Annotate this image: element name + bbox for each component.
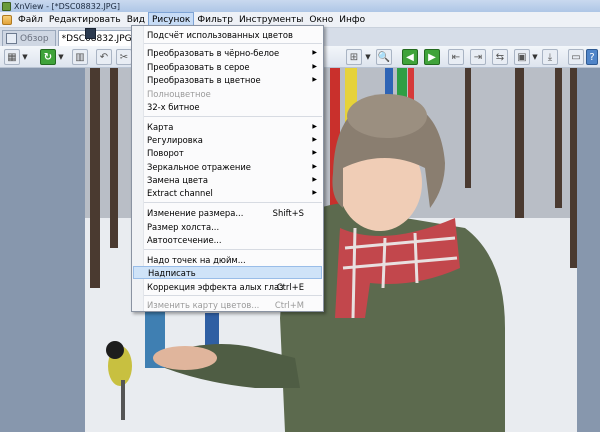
menu-item-mirror[interactable]: Зеркальное отражение ▶ — [133, 160, 322, 173]
system-menu-icon[interactable] — [0, 12, 15, 28]
menu-item-label: Надо точек на дюйм... — [147, 254, 246, 265]
menu-item-label: Коррекция эффекта алых глаз — [147, 281, 284, 292]
menu-item-label: Надписать — [148, 267, 196, 278]
menu-item-extract-channel[interactable]: Extract channel ▶ — [133, 186, 322, 199]
tab-browser-label: Обзор — [20, 33, 49, 44]
menu-item-convert-gray[interactable]: Преобразовать в серое ▶ — [133, 60, 322, 73]
menu-item-label: 32-х битное — [147, 101, 200, 112]
view-mode-dropdown-icon[interactable]: ▼ — [21, 49, 29, 65]
help-button[interactable]: ? — [586, 49, 598, 65]
menu-item-label: Размер холста... — [147, 221, 220, 232]
refresh-dropdown-icon[interactable]: ▼ — [57, 49, 65, 65]
menu-item-map[interactable]: Карта ▶ — [133, 120, 322, 133]
image-tab-icon — [85, 28, 96, 39]
menu-separator — [144, 249, 322, 250]
menu-separator — [144, 116, 322, 117]
submenu-arrow-icon: ▶ — [312, 176, 317, 183]
compare-dropdown-icon[interactable]: ▼ — [531, 49, 539, 65]
menu-separator — [144, 202, 322, 203]
window-title: XnView - [*DSC08832.JPG] — [14, 1, 120, 11]
menu-item-label: Автоотсечение... — [147, 234, 222, 245]
submenu-arrow-icon: ▶ — [312, 149, 317, 156]
menu-separator — [144, 43, 322, 44]
menu-item-label: Подсчёт использованных цветов — [147, 29, 293, 40]
menu-item-label: Регулировка — [147, 134, 203, 145]
menu-item-truecolor[interactable]: Полноцветное — [133, 87, 322, 100]
image-menu-dropdown: Подсчёт использованных цветов Преобразов… — [131, 25, 324, 312]
menu-file[interactable]: Файл — [15, 12, 46, 28]
tab-browser[interactable]: Обзор — [2, 30, 56, 46]
menu-item-label: Замена цвета — [147, 174, 209, 185]
tab-image[interactable]: *DSC08832.JPG — [57, 28, 139, 46]
submenu-arrow-icon: ▶ — [312, 76, 317, 83]
view-mode-button[interactable]: ▦ — [4, 49, 20, 65]
menu-item-set-dpi[interactable]: Надо точек на дюйм... — [133, 253, 322, 266]
menu-item-label: Преобразовать в серое — [147, 61, 250, 72]
tab-image-label: *DSC08832.JPG — [61, 33, 132, 44]
open-folder-button[interactable]: ▥ — [72, 49, 88, 65]
menu-item-label: Зеркальное отражение — [147, 161, 251, 172]
submenu-arrow-icon: ▶ — [312, 49, 317, 56]
xnview-app-icon — [2, 1, 11, 11]
zoom-dropdown-icon[interactable]: ▼ — [364, 49, 372, 65]
menu-folder-icon — [2, 14, 12, 25]
browser-tab-icon — [6, 33, 17, 44]
submenu-arrow-icon: ▶ — [312, 136, 317, 143]
menu-item-count-colors[interactable]: Подсчёт использованных цветов — [133, 28, 322, 41]
menu-item-add-text[interactable]: Надписать — [133, 266, 322, 279]
submenu-arrow-icon: ▶ — [312, 63, 317, 70]
menu-info[interactable]: Инфо — [336, 12, 368, 28]
menu-item-label: Поворот — [147, 147, 184, 158]
shortcut-label: Ctrl+E — [276, 281, 304, 292]
menu-item-label: Extract channel — [147, 187, 213, 198]
menu-item-label: Изменить карту цветов... — [147, 299, 260, 310]
menu-item-label: Изменение размера... — [147, 207, 244, 218]
submenu-arrow-icon: ▶ — [312, 189, 317, 196]
submenu-arrow-icon: ▶ — [312, 123, 317, 130]
menu-item-convert-color[interactable]: Преобразовать в цветное ▶ — [133, 73, 322, 86]
menu-item-adjust[interactable]: Регулировка ▶ — [133, 133, 322, 146]
menu-item-label: Полноцветное — [147, 88, 211, 99]
slideshow-button[interactable]: ⇆ — [492, 49, 508, 65]
previous-image-button[interactable]: ◀ — [402, 49, 418, 65]
title-bar: XnView - [*DSC08832.JPG] — [0, 0, 600, 12]
menu-item-replace-color[interactable]: Замена цвета ▶ — [133, 173, 322, 186]
menu-edit[interactable]: Редактировать — [46, 12, 124, 28]
menu-item-resize[interactable]: Изменение размера... Shift+S — [133, 206, 322, 219]
menu-item-label: Карта — [147, 121, 174, 132]
last-image-button[interactable]: ⇥ — [470, 49, 486, 65]
shortcut-label: Ctrl+M — [274, 299, 304, 310]
menu-item-label: Преобразовать в чёрно-белое — [147, 47, 280, 58]
compare-button[interactable]: ▣ — [514, 49, 530, 65]
first-image-button[interactable]: ⇤ — [448, 49, 464, 65]
fullscreen-button[interactable]: ▭ — [568, 49, 584, 65]
refresh-button[interactable]: ↻ — [40, 49, 56, 65]
zoom-out-button[interactable]: 🔍 — [376, 49, 392, 65]
menu-item-canvas-size[interactable]: Размер холста... — [133, 220, 322, 233]
submenu-arrow-icon: ▶ — [312, 163, 317, 170]
cut-button[interactable]: ✂ — [116, 49, 132, 65]
menu-item-32bit[interactable]: 32-х битное — [133, 100, 322, 113]
menu-item-label: Преобразовать в цветное — [147, 74, 261, 85]
shortcut-label: Shift+S — [272, 207, 304, 218]
next-image-button[interactable]: ▶ — [424, 49, 440, 65]
menu-item-rotate[interactable]: Поворот ▶ — [133, 146, 322, 159]
menu-item-edit-colormap[interactable]: Изменить карту цветов... Ctrl+M — [133, 298, 322, 311]
menu-separator — [144, 295, 322, 296]
zoom-in-button[interactable]: ⊞ — [346, 49, 362, 65]
menu-item-red-eye[interactable]: Коррекция эффекта алых глаз Ctrl+E — [133, 280, 322, 293]
download-button[interactable]: ⤓ — [542, 49, 558, 65]
undo-button[interactable]: ↶ — [96, 49, 112, 65]
menu-item-autocrop[interactable]: Автоотсечение... — [133, 233, 322, 246]
menu-item-convert-bw[interactable]: Преобразовать в чёрно-белое ▶ — [133, 46, 322, 59]
